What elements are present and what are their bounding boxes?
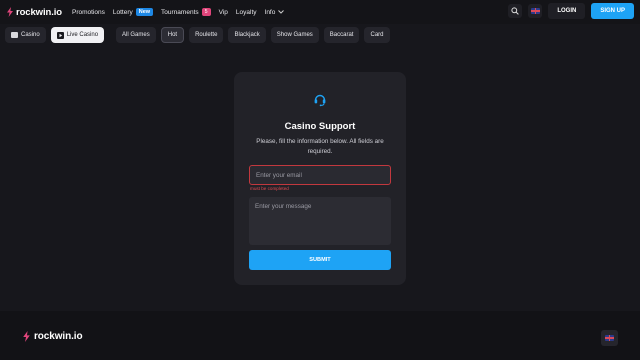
- filter-show-games[interactable]: Show Games: [270, 27, 319, 43]
- header-actions: LOGIN SIGN UP: [508, 3, 634, 19]
- support-title: Casino Support: [284, 121, 356, 132]
- chevron-down-icon: [278, 10, 285, 14]
- tab-casino-label: Casino: [21, 32, 40, 38]
- tab-live-casino-label: Live Casino: [66, 32, 99, 38]
- support-card: Casino Support Please, fill the informat…: [234, 72, 406, 285]
- filter-blackjack[interactable]: Blackjack: [228, 27, 266, 43]
- language-button[interactable]: [528, 4, 543, 18]
- filter-roulette[interactable]: Roulette: [189, 27, 224, 43]
- headset-icon: [314, 94, 326, 107]
- footer: rockwin.io: [0, 311, 640, 360]
- tournaments-count-badge: 5: [201, 8, 211, 16]
- top-header: rockwin.io Promotions Lottery New Tourna…: [0, 0, 640, 24]
- nav-promotions[interactable]: Promotions: [72, 9, 105, 16]
- footer-language-button[interactable]: [601, 330, 618, 346]
- play-icon: [56, 31, 64, 39]
- message-field[interactable]: Enter your message: [249, 197, 391, 245]
- casino-icon: [11, 32, 18, 38]
- category-bar: Casino Live Casino All Games Hot Roulett…: [5, 27, 390, 43]
- nav-promotions-label: Promotions: [71, 8, 105, 16]
- nav-info[interactable]: Info: [265, 9, 285, 16]
- uk-flag-icon: [530, 8, 540, 14]
- filter-baccarat[interactable]: Baccarat: [323, 27, 360, 43]
- bolt-icon: [7, 7, 13, 17]
- footer-logo-text: rockwin.io: [34, 331, 83, 342]
- nav-lottery[interactable]: Lottery New: [112, 8, 154, 16]
- signup-button[interactable]: SIGN UP: [591, 3, 634, 19]
- support-subtitle: Please, fill the information below. All …: [256, 138, 384, 155]
- nav-vip[interactable]: Vip: [219, 9, 228, 16]
- login-button[interactable]: LOGIN: [548, 3, 586, 19]
- bolt-icon: [23, 331, 30, 342]
- uk-flag-icon: [605, 335, 614, 341]
- nav-loyalty-label: Loyalty: [235, 8, 257, 16]
- submit-button[interactable]: SUBMIT: [249, 250, 391, 270]
- email-error-text: must be completed: [250, 186, 289, 191]
- tab-casino[interactable]: Casino: [5, 27, 46, 43]
- filter-all-games[interactable]: All Games: [116, 27, 156, 43]
- nav-tournaments[interactable]: Tournaments 5: [161, 8, 211, 16]
- search-icon: [511, 7, 520, 15]
- filter-hot[interactable]: Hot: [160, 27, 185, 43]
- nav-loyalty[interactable]: Loyalty: [236, 9, 257, 16]
- nav-tournaments-label: Tournaments: [161, 8, 199, 16]
- main-nav: Promotions Lottery New Tournaments 5 Vip…: [72, 8, 285, 16]
- site-logo[interactable]: rockwin.io: [6, 7, 62, 18]
- new-badge: New: [135, 8, 154, 16]
- nav-info-label: Info: [264, 8, 276, 16]
- nav-vip-label: Vip: [218, 8, 228, 16]
- email-field[interactable]: Enter your email: [249, 165, 391, 185]
- logo-text: rockwin.io: [16, 6, 62, 18]
- filter-card[interactable]: Card: [364, 27, 390, 43]
- nav-lottery-label: Lottery: [112, 8, 133, 16]
- tab-live-casino[interactable]: Live Casino: [50, 27, 105, 43]
- search-button[interactable]: [508, 4, 523, 18]
- footer-logo[interactable]: rockwin.io: [22, 331, 83, 342]
